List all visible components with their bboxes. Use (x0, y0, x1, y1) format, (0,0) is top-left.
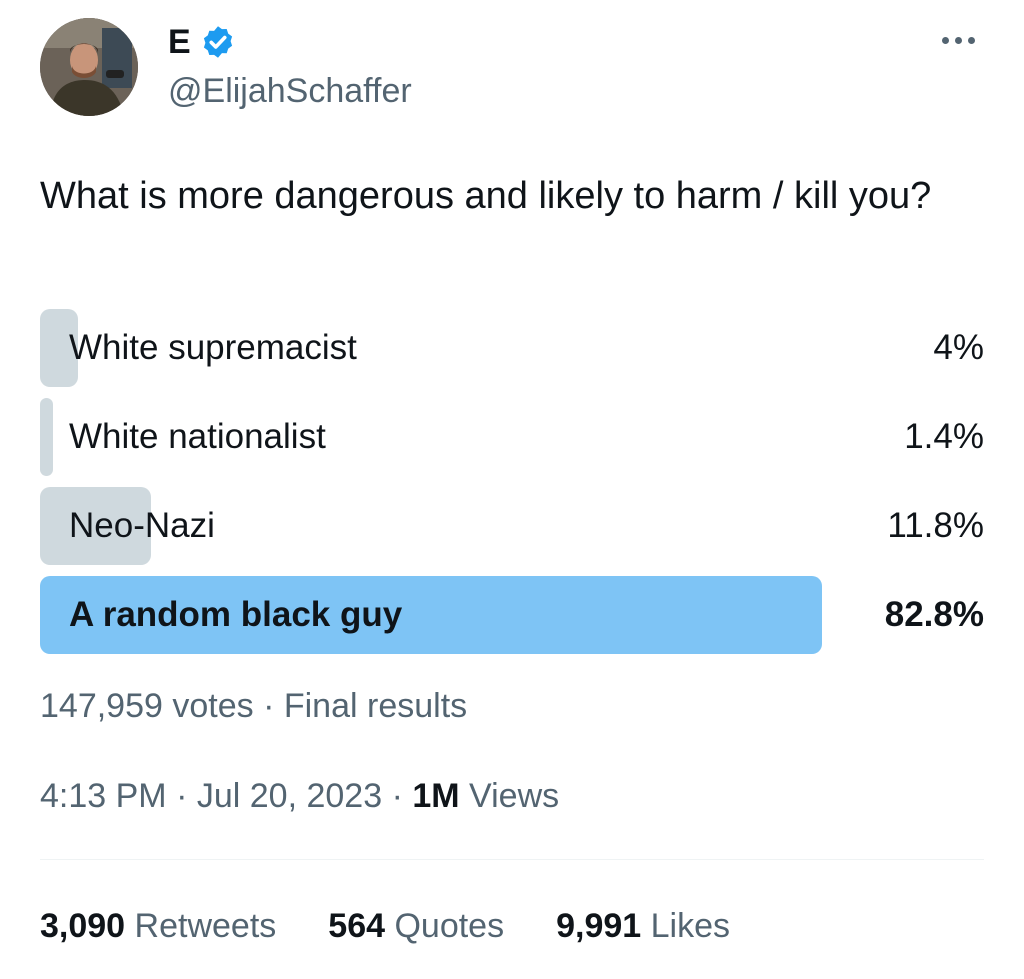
quotes-count[interactable]: 564 (328, 907, 385, 945)
poll-option: White nationalist 1.4% (40, 398, 984, 476)
poll-option-percent: 1.4% (904, 417, 984, 456)
separator-dot: · (263, 687, 284, 725)
engagement-stats: 3,090 Retweets 564 Quotes 9,991 Likes (40, 904, 730, 948)
poll-option: White supremacist 4% (40, 309, 984, 387)
poll-option-percent: 11.8% (887, 506, 984, 545)
separator-dot: · (391, 777, 413, 815)
divider (40, 859, 984, 860)
quotes-label[interactable]: Quotes (394, 907, 504, 945)
poll-option: Neo-Nazi 11.8% (40, 487, 984, 565)
likes-stat[interactable]: 9,991 Likes (556, 904, 730, 948)
poll-status: Final results (283, 687, 468, 725)
poll-option-label: Neo-Nazi (69, 506, 215, 545)
verified-badge-icon (203, 26, 233, 58)
poll-option-percent: 82.8% (884, 595, 984, 634)
poll-votes: 147,959 votes (40, 687, 254, 725)
likes-count[interactable]: 9,991 (556, 907, 641, 945)
poll-option: A random black guy 82.8% (40, 576, 984, 654)
retweets-label[interactable]: Retweets (135, 907, 277, 945)
tweet-text: What is more dangerous and likely to har… (40, 175, 932, 217)
tweet-time[interactable]: 4:13 PM (40, 777, 167, 815)
retweets-count[interactable]: 3,090 (40, 907, 125, 945)
tweet-timestamp[interactable]: 4:13 PM · Jul 20, 2023 · 1M Views (40, 774, 559, 818)
retweets-stat[interactable]: 3,090 Retweets (40, 904, 276, 948)
separator-dot: · (176, 777, 197, 815)
user-handle[interactable]: @ElijahSchaffer (168, 70, 412, 112)
poll-option-label: White nationalist (69, 417, 326, 456)
tweet-date[interactable]: Jul 20, 2023 (197, 777, 382, 815)
poll-option-bar (40, 398, 53, 476)
poll-summary: 147,959 votes · Final results (40, 684, 467, 728)
display-name[interactable]: E (168, 22, 191, 62)
poll-option-percent: 4% (933, 328, 984, 367)
poll-option-label: White supremacist (69, 328, 357, 367)
views-label: Views (469, 777, 560, 815)
poll-option-label: A random black guy (69, 595, 403, 634)
views-count: 1M (412, 777, 460, 815)
avatar[interactable] (40, 18, 138, 116)
quotes-stat[interactable]: 564 Quotes (328, 904, 504, 948)
more-options-icon[interactable] (942, 30, 982, 50)
likes-label[interactable]: Likes (651, 907, 730, 945)
